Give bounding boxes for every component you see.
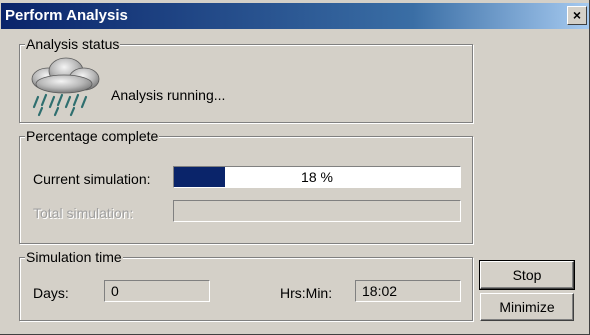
percentage-complete-group: Percentage complete Current simulation: …	[19, 128, 473, 244]
window-title: Perform Analysis	[5, 7, 128, 24]
analysis-status-text: Analysis running...	[111, 87, 226, 103]
title-bar[interactable]: Perform Analysis ×	[1, 3, 589, 29]
perform-analysis-dialog: Perform Analysis × Analysis status Analy…	[0, 0, 590, 335]
analysis-status-group: Analysis status Analysis running...	[19, 36, 473, 123]
rain-cloud-icon	[31, 57, 100, 117]
current-simulation-percent-text: 18 %	[301, 169, 333, 185]
analysis-status-legend: Analysis status	[25, 36, 121, 52]
current-simulation-label: Current simulation:	[33, 171, 151, 187]
days-label: Days:	[33, 285, 69, 301]
current-simulation-progress-bar: 18 %	[173, 166, 461, 188]
hrs-min-label: Hrs:Min:	[280, 285, 333, 301]
close-icon: ×	[572, 7, 582, 23]
total-simulation-label: Total simulation:	[33, 205, 134, 221]
simulation-time-legend: Simulation time	[25, 249, 123, 265]
simulation-time-group: Simulation time Days: 0 Hrs:Min: 18:02	[19, 249, 473, 321]
days-readout: 0	[104, 280, 210, 302]
stop-button[interactable]: Stop	[479, 260, 575, 290]
hrs-min-readout: 18:02	[355, 280, 461, 302]
minimize-button[interactable]: Minimize	[480, 293, 574, 321]
total-simulation-progress-bar	[173, 200, 461, 222]
percentage-complete-legend: Percentage complete	[25, 128, 160, 144]
close-button[interactable]: ×	[567, 6, 587, 25]
